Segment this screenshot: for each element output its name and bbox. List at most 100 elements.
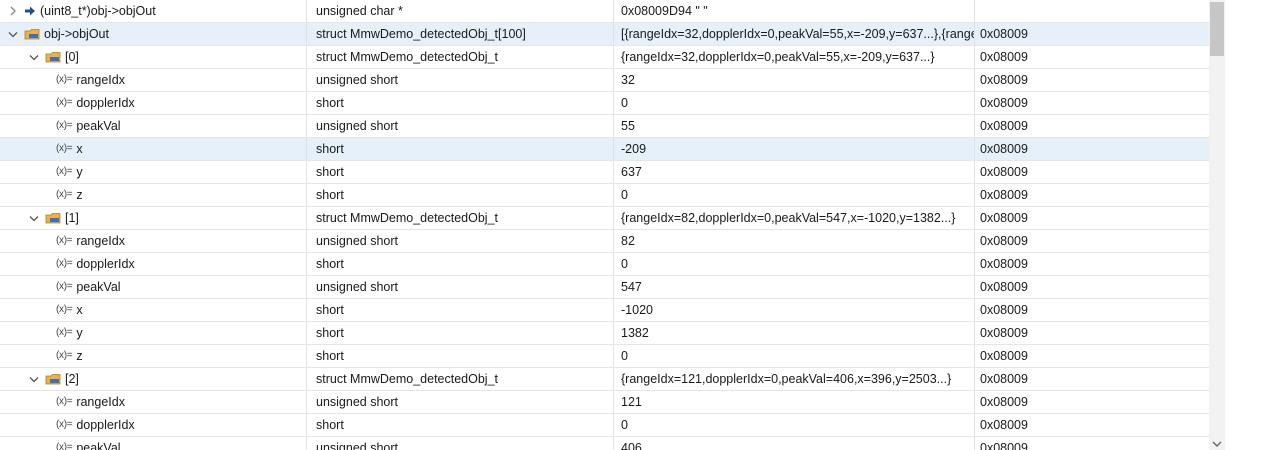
value-cell[interactable]: 0 (614, 92, 975, 114)
location-cell: 0x08009 (980, 27, 1028, 41)
variable-name: y (76, 326, 83, 340)
chevron-down-icon[interactable] (27, 207, 41, 229)
variable-name: dopplerIdx (76, 418, 135, 432)
struct-folder-icon (45, 211, 61, 225)
name-content: (uint8_t*)obj->objOut (6, 0, 156, 22)
value-cell[interactable]: -209 (614, 138, 975, 160)
value-cell[interactable]: 82 (614, 230, 975, 252)
type-cell: short (307, 161, 614, 183)
value-cell[interactable]: 32 (614, 69, 975, 91)
tree-row[interactable]: obj->objOut struct MmwDemo_detectedObj_t[… (0, 23, 1209, 46)
location-cell: 0x08009 (980, 96, 1028, 110)
value-cell[interactable]: -1020 (614, 299, 975, 321)
variable-icon: (x)= (56, 350, 73, 361)
value-cell[interactable]: [{rangeIdx=32,dopplerIdx=0,peakVal=55,x=… (614, 23, 975, 45)
value-cell[interactable]: {rangeIdx=32,dopplerIdx=0,peakVal=55,x=-… (614, 46, 975, 68)
type-cell: unsigned short (307, 115, 614, 137)
variable-name: x (76, 303, 83, 317)
variable-name: peakVal (76, 441, 121, 450)
location-cell: 0x08009 (980, 234, 1028, 248)
value-cell[interactable]: 637 (614, 161, 975, 183)
scrollbar-thumb[interactable] (1210, 2, 1224, 56)
chevron-down-icon[interactable] (6, 23, 20, 45)
tree-row[interactable]: (x)= x short -1020 0x08009 (0, 299, 1209, 322)
name-content: [1] (27, 207, 79, 229)
tree-row[interactable]: (x)= z short 0 0x08009 (0, 184, 1209, 207)
location-cell: 0x08009 (980, 165, 1028, 179)
tree-row[interactable]: (x)= x short -209 0x08009 (0, 138, 1209, 161)
value-cell[interactable]: 0 (614, 414, 975, 436)
value-cell[interactable]: {rangeIdx=121,dopplerIdx=0,peakVal=406,x… (614, 368, 975, 390)
name-content: (x)= x (56, 138, 83, 160)
tree-row[interactable]: (x)= peakVal unsigned short 406 0x08009 (0, 437, 1209, 450)
tree-row[interactable]: [0] struct MmwDemo_detectedObj_t {rangeIdx… (0, 46, 1209, 69)
tree-row[interactable]: (x)= dopplerIdx short 0 0x08009 (0, 253, 1209, 276)
name-content: (x)= y (56, 161, 83, 183)
type-cell: unsigned short (307, 69, 614, 91)
tree-row[interactable]: (x)= peakVal unsigned short 55 0x08009 (0, 115, 1209, 138)
name-cell: [1] (0, 207, 307, 229)
name-content: (x)= dopplerIdx (56, 414, 135, 436)
tree-row[interactable]: (x)= dopplerIdx short 0 0x08009 (0, 414, 1209, 437)
name-cell: (x)= rangeIdx (0, 230, 307, 252)
variable-name: rangeIdx (76, 395, 125, 409)
chevron-down-icon[interactable] (27, 46, 41, 68)
chevron-down-icon[interactable] (27, 368, 41, 390)
value-cell[interactable]: 406 (614, 437, 975, 450)
name-cell: (x)= rangeIdx (0, 391, 307, 413)
name-cell: (x)= z (0, 184, 307, 206)
value-cell[interactable]: {rangeIdx=82,dopplerIdx=0,peakVal=547,x=… (614, 207, 975, 229)
value-cell[interactable]: 0 (614, 345, 975, 367)
tree-row[interactable]: (x)= rangeIdx unsigned short 32 0x08009 (0, 69, 1209, 92)
name-content: (x)= z (56, 184, 83, 206)
vertical-scrollbar[interactable] (1209, 0, 1225, 450)
name-content: (x)= rangeIdx (56, 391, 125, 413)
variable-name: dopplerIdx (76, 257, 135, 271)
value-cell[interactable]: 55 (614, 115, 975, 137)
type-cell: short (307, 414, 614, 436)
tree-row[interactable]: (x)= dopplerIdx short 0 0x08009 (0, 92, 1209, 115)
name-cell: (x)= dopplerIdx (0, 92, 307, 114)
value-cell[interactable]: 0 (614, 253, 975, 275)
name-cell: [2] (0, 368, 307, 390)
variable-name: [2] (65, 372, 79, 386)
variable-name: obj->objOut (44, 27, 109, 41)
name-cell: (x)= dopplerIdx (0, 414, 307, 436)
value-cell[interactable]: 1382 (614, 322, 975, 344)
type-cell: short (307, 253, 614, 275)
name-content: (x)= y (56, 322, 83, 344)
location-cell: 0x08009 (980, 142, 1028, 156)
tree-row[interactable]: (x)= z short 0 0x08009 (0, 345, 1209, 368)
type-cell: unsigned short (307, 391, 614, 413)
value-cell[interactable]: 121 (614, 391, 975, 413)
tree-row[interactable]: (x)= y short 637 0x08009 (0, 161, 1209, 184)
tree-row[interactable]: (x)= peakVal unsigned short 547 0x08009 (0, 276, 1209, 299)
location-cell: 0x08009 (980, 73, 1028, 87)
type-cell: short (307, 299, 614, 321)
tree-row[interactable]: [1] struct MmwDemo_detectedObj_t {rangeIdx… (0, 207, 1209, 230)
variable-icon: (x)= (56, 327, 73, 338)
variable-name: z (76, 349, 83, 363)
chevron-down-icon[interactable] (1212, 440, 1222, 448)
struct-folder-icon (24, 27, 40, 41)
value-cell[interactable]: 0x08009D94 " " (614, 0, 975, 22)
location-cell: 0x08009 (980, 349, 1028, 363)
name-cell: (uint8_t*)obj->objOut (0, 0, 307, 22)
value-cell[interactable]: 547 (614, 276, 975, 298)
location-cell (975, 0, 1209, 22)
chevron-right-icon[interactable] (6, 0, 20, 22)
value-cell[interactable]: 0 (614, 184, 975, 206)
variable-icon: (x)= (56, 143, 73, 154)
tree-row[interactable]: [2] struct MmwDemo_detectedObj_t {rangeIdx… (0, 368, 1209, 391)
tree-row[interactable]: (x)= y short 1382 0x08009 (0, 322, 1209, 345)
type-cell: struct MmwDemo_detectedObj_t (307, 207, 614, 229)
variable-icon: (x)= (56, 419, 73, 430)
type-cell: struct MmwDemo_detectedObj_t (307, 46, 614, 68)
tree-row[interactable]: (uint8_t*)obj->objOut unsigned char * 0x08… (0, 0, 1209, 23)
variable-name: dopplerIdx (76, 96, 135, 110)
name-cell: (x)= y (0, 322, 307, 344)
variable-name: y (76, 165, 83, 179)
tree-row[interactable]: (x)= rangeIdx unsigned short 82 0x08009 (0, 230, 1209, 253)
tree-row[interactable]: (x)= rangeIdx unsigned short 121 0x08009 (0, 391, 1209, 414)
variable-icon: (x)= (56, 258, 73, 269)
